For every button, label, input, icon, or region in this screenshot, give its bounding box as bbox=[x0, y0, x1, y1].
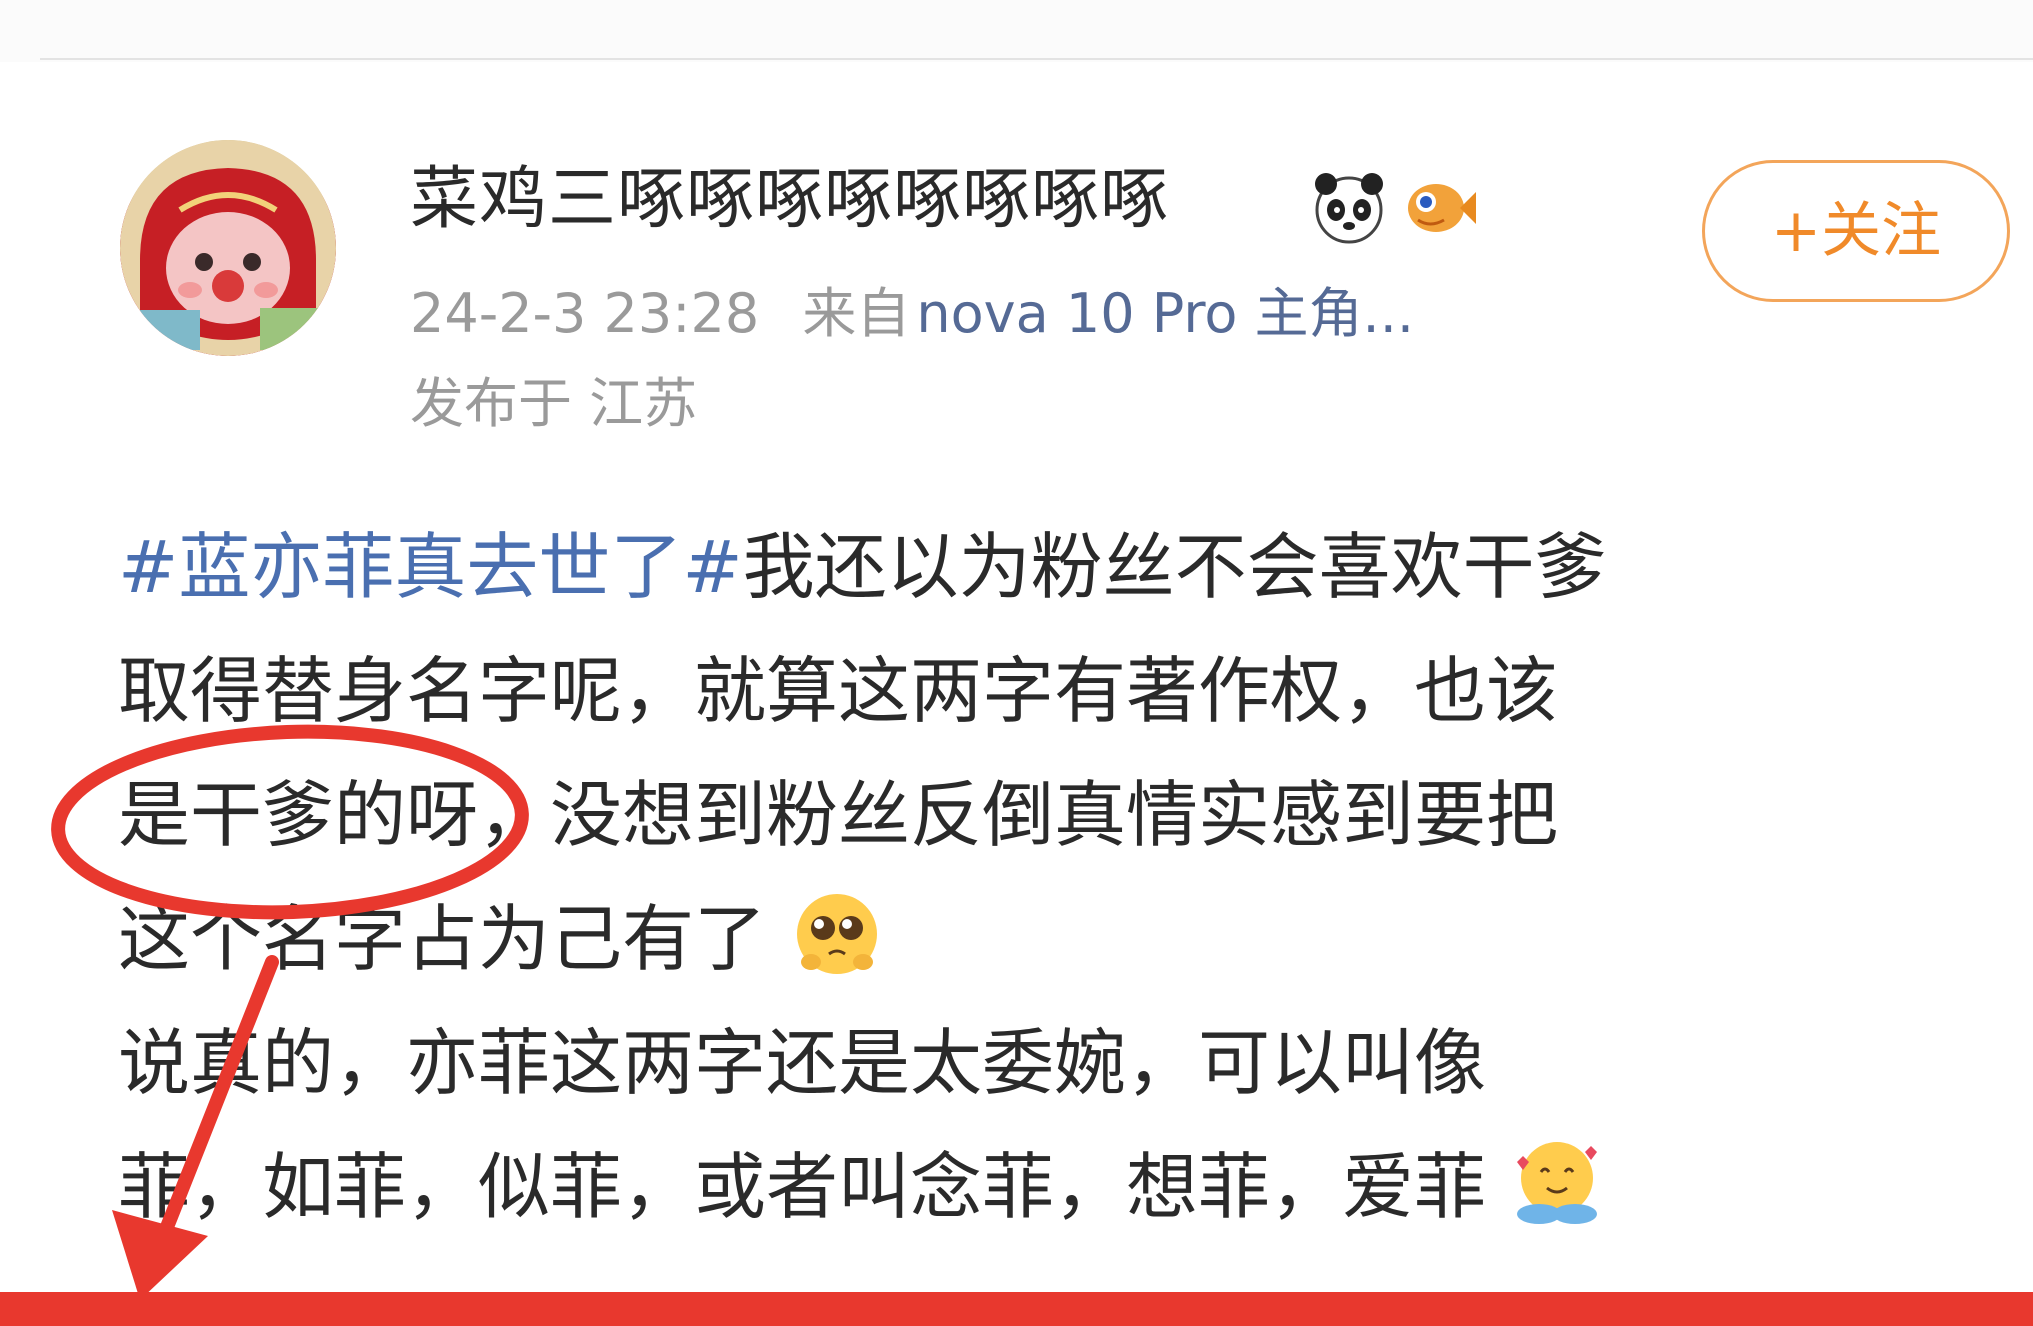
post-line-2: 取得替身名字呢，就算这两字有著作权，也该 bbox=[118, 629, 1998, 753]
post-line-6: 菲，如菲，似菲，或者叫念菲，想菲，爱菲 bbox=[118, 1125, 1998, 1249]
avatar-icon bbox=[120, 140, 336, 356]
source-prefix: 来自 bbox=[802, 282, 911, 345]
post-location: 发布于 江苏 bbox=[410, 372, 698, 435]
hashtag-link[interactable]: #蓝亦菲真去世了# bbox=[118, 525, 743, 609]
post-date: 24-2-3 23:28 bbox=[410, 282, 760, 345]
post-line-1: #蓝亦菲真去世了#我还以为粉丝不会喜欢干爹 bbox=[118, 505, 1998, 629]
post-line-4: 这个名字占为己有了 bbox=[118, 877, 1998, 1001]
username[interactable]: 菜鸡三啄啄啄啄啄啄啄啄 bbox=[410, 160, 1169, 240]
panda-icon bbox=[1315, 173, 1383, 244]
username-text: 菜鸡三啄啄啄啄啄啄啄啄 bbox=[410, 160, 1170, 239]
red-banner bbox=[0, 1292, 2033, 1326]
post-line-3: 是干爹的呀，没想到粉丝反倒真情实感到要把 bbox=[118, 753, 1998, 877]
avatar[interactable] bbox=[120, 140, 336, 356]
follow-button[interactable]: +关注 bbox=[1702, 160, 2010, 302]
fish-icon bbox=[1408, 184, 1476, 232]
post-meta: 24-2-3 23:28 来自 nova 10 Pro 主角... bbox=[410, 282, 1414, 346]
hugging-face-icon bbox=[1516, 1142, 1597, 1224]
post-source[interactable]: nova 10 Pro 主角... bbox=[916, 282, 1414, 345]
post-body: #蓝亦菲真去世了#我还以为粉丝不会喜欢干爹 取得替身名字呢，就算这两字有著作权，… bbox=[118, 505, 1998, 1249]
post-line-5: 说真的，亦菲这两字还是太委婉，可以叫像 bbox=[118, 1001, 1998, 1125]
top-strip bbox=[0, 0, 2033, 62]
post-text: 我还以为粉丝不会喜欢干爹 bbox=[742, 525, 1607, 609]
top-divider bbox=[40, 58, 2033, 60]
post-text: 这个名字占为己有了 bbox=[118, 897, 767, 981]
post-text: 菲，如菲，似菲，或者叫念菲，想菲，爱菲 bbox=[118, 1145, 1487, 1229]
pleading-face-icon bbox=[796, 894, 877, 974]
post-text: 说真的，亦菲这两字还是太委婉，可以叫像 bbox=[118, 1021, 1487, 1105]
post-text: 取得替身名字呢，就算这两字有著作权，也该 bbox=[118, 649, 1559, 733]
post-text: 是干爹的呀，没想到粉丝反倒真情实感到要把 bbox=[118, 773, 1559, 857]
